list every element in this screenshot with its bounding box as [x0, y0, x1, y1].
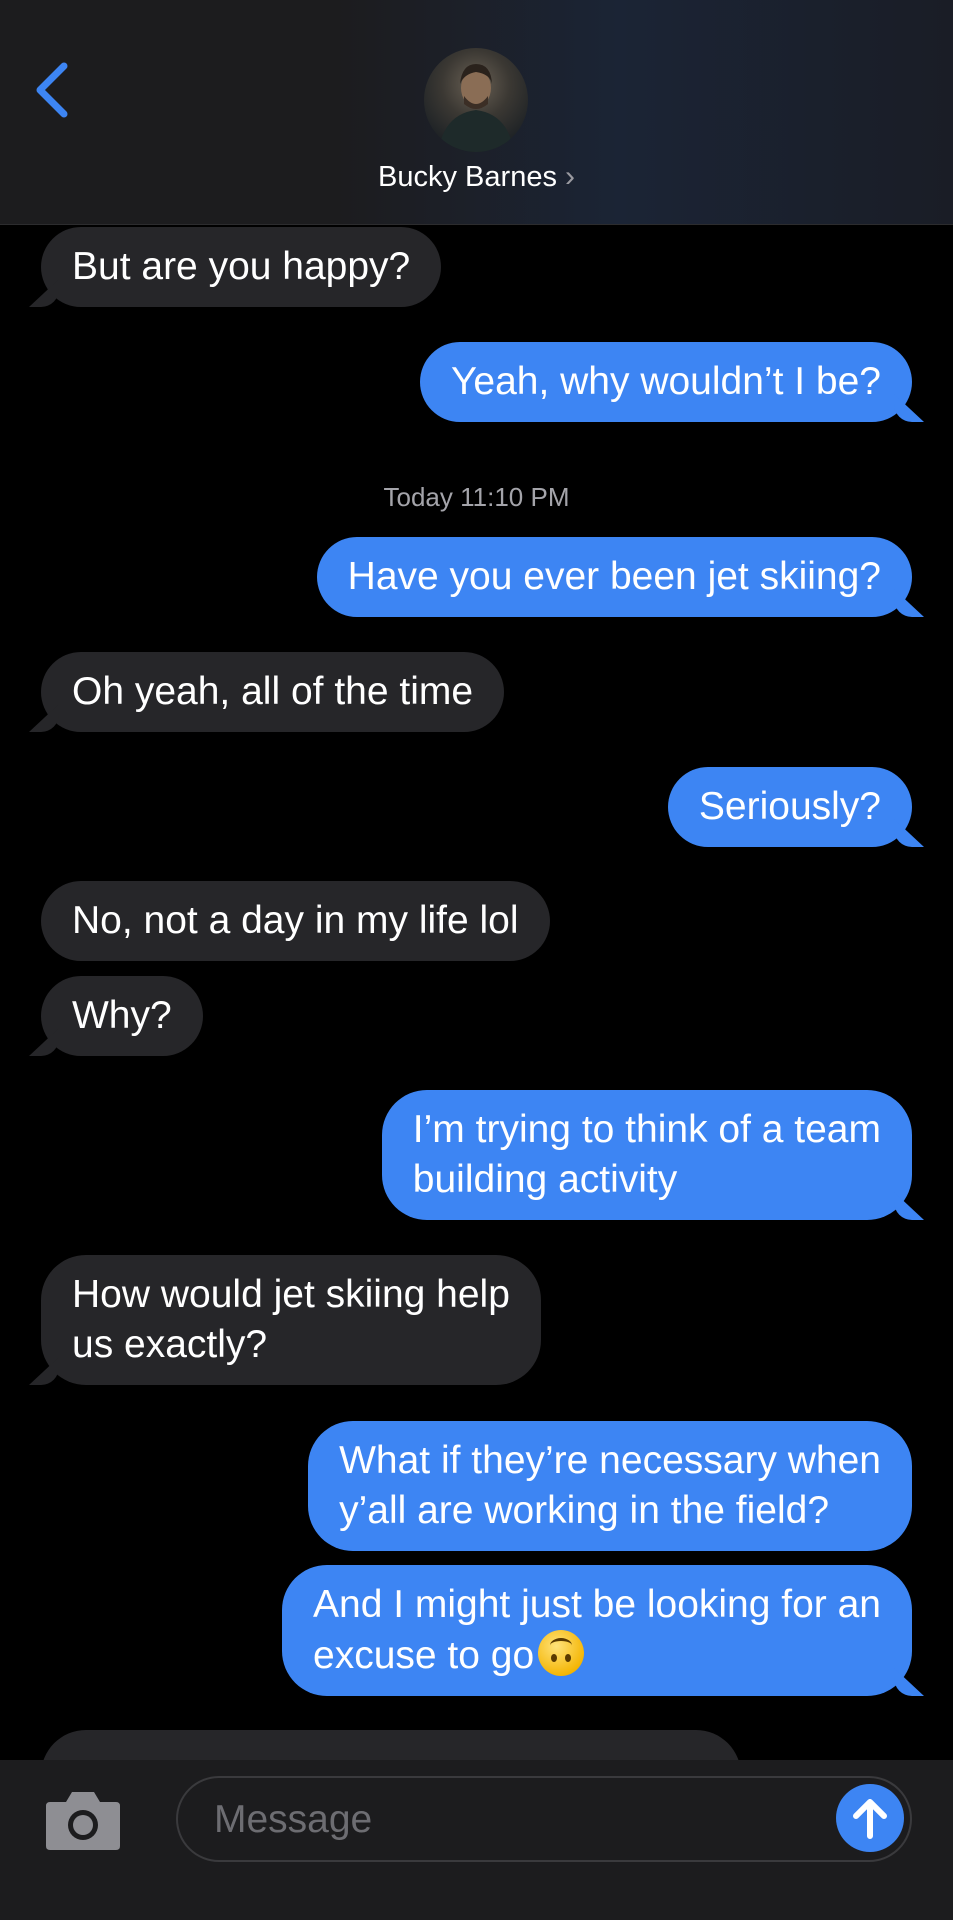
- contact-avatar[interactable]: [424, 48, 528, 152]
- message-bubble-received[interactable]: No, not a day in my life lol: [41, 881, 550, 961]
- message-input-container: [176, 1776, 912, 1862]
- chevron-left-icon: [36, 62, 68, 118]
- chevron-right-icon: ›: [564, 160, 575, 193]
- message-bubble-sent[interactable]: I’m trying to think of a team building a…: [381, 1090, 912, 1220]
- message-bubble-received[interactable]: Why?: [41, 976, 203, 1056]
- message-composer: [0, 1760, 953, 1920]
- message-bubble-sent[interactable]: Yeah, why wouldn’t I be?: [419, 342, 912, 422]
- message-bubble-received[interactable]: How would jet skiing help us exactly?: [41, 1255, 541, 1385]
- contact-name-button[interactable]: Bucky Barnes ›: [0, 160, 953, 194]
- avatar-photo: [438, 64, 514, 152]
- camera-button[interactable]: [40, 1782, 126, 1858]
- conversation-header: Bucky Barnes ›: [0, 0, 953, 225]
- message-bubble-sent[interactable]: Have you ever been jet skiing?: [316, 537, 912, 617]
- camera-icon: [46, 1792, 120, 1850]
- arrow-up-icon: [853, 1799, 887, 1839]
- contact-name: Bucky Barnes: [378, 160, 557, 193]
- message-bubble-sent[interactable]: And I might just be looking for an excus…: [282, 1565, 912, 1696]
- message-bubble-received[interactable]: Oh yeah, all of the time: [41, 652, 505, 732]
- message-bubble-sent[interactable]: What if they’re necessary when y’all are…: [308, 1421, 912, 1551]
- message-input[interactable]: [212, 1778, 816, 1862]
- back-button[interactable]: [22, 58, 82, 122]
- message-thread[interactable]: But are you happy? Yeah, why wouldn’t I …: [0, 224, 953, 1760]
- message-bubble-sent[interactable]: Seriously?: [667, 767, 912, 847]
- timestamp: Today 11:10 PM: [383, 482, 570, 512]
- send-button[interactable]: [836, 1784, 904, 1852]
- message-bubble-received-partial[interactable]: [41, 1730, 741, 1760]
- upside-down-face-icon: [538, 1630, 585, 1676]
- message-bubble-received[interactable]: But are you happy?: [41, 227, 442, 307]
